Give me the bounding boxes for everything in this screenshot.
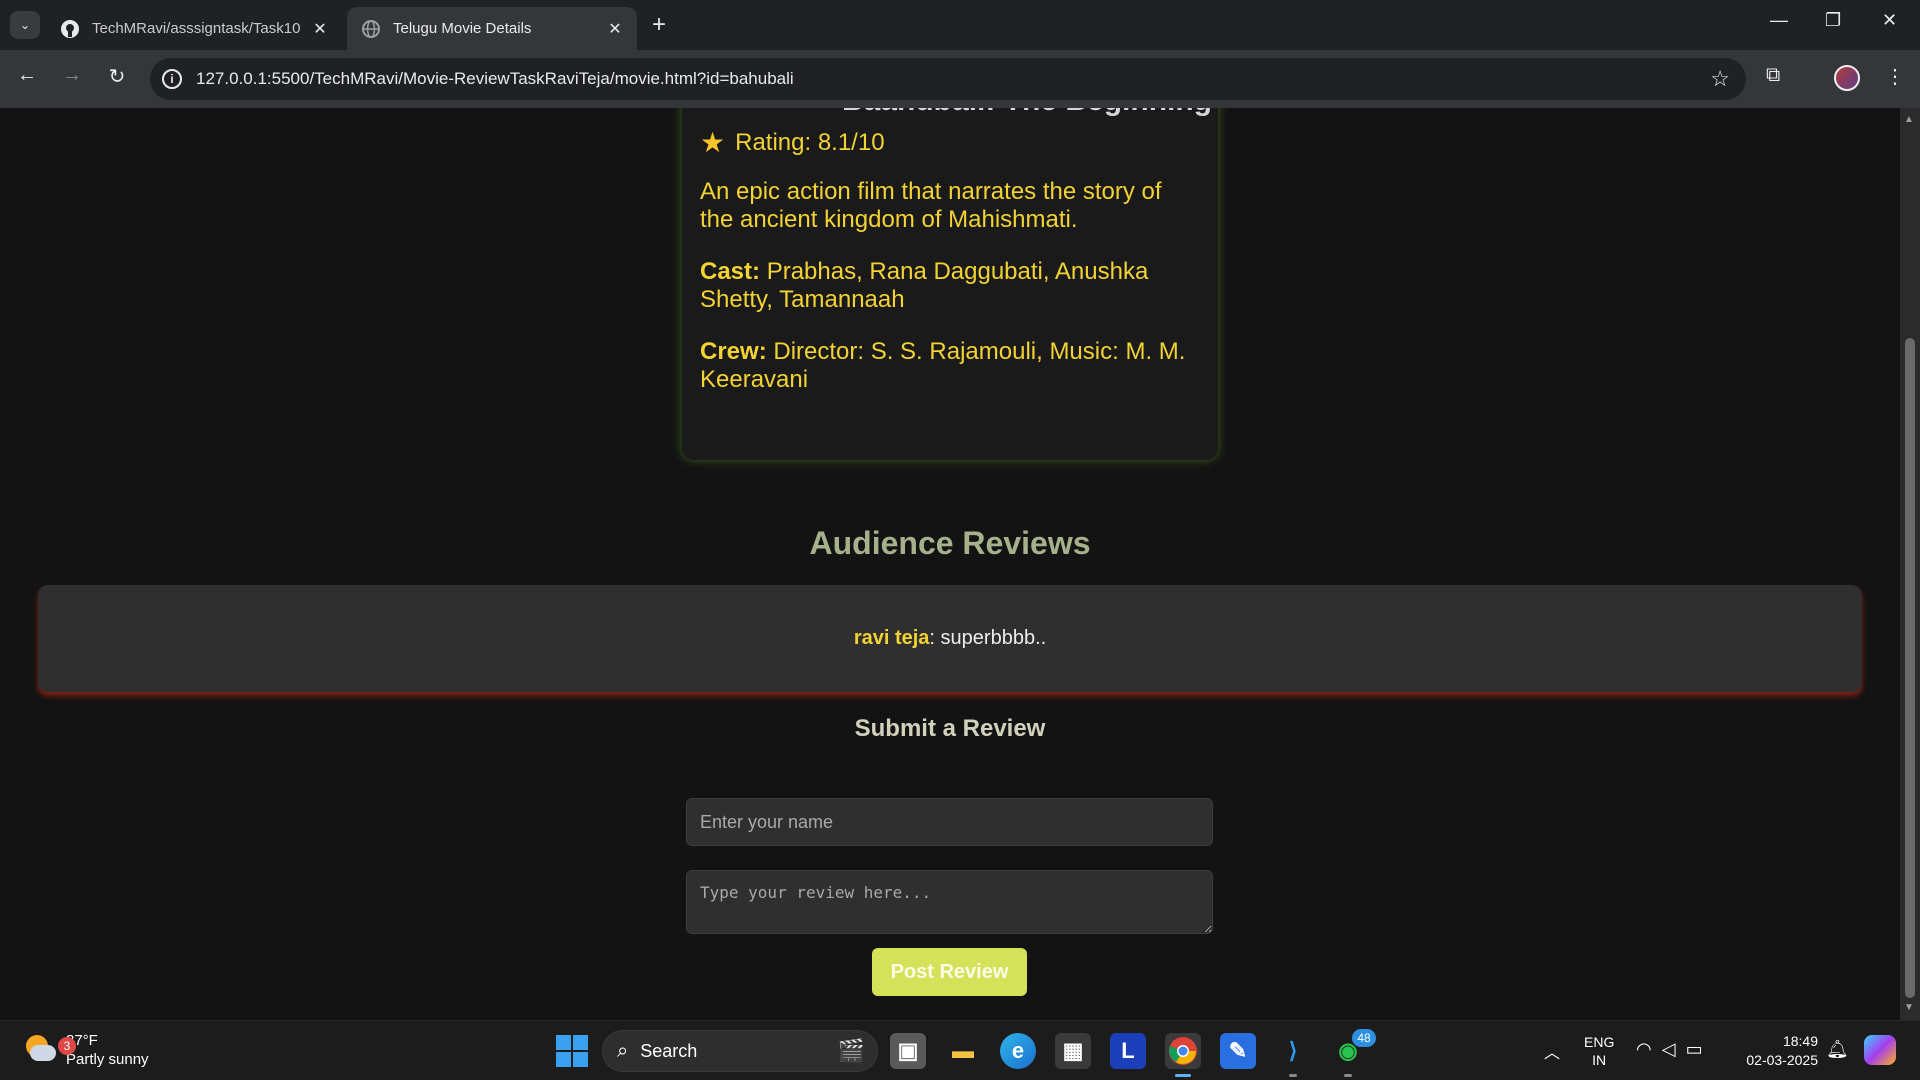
forward-icon[interactable]: → — [57, 64, 87, 87]
address-bar[interactable]: i 127.0.0.1:5500/TechMRavi/Movie-ReviewT… — [150, 58, 1746, 100]
clock-time: 18:49 — [1782, 1033, 1818, 1049]
minimize-icon[interactable]: — — [1770, 10, 1788, 31]
weather-badge: 3 — [58, 1037, 76, 1055]
crew-label: Crew: — [700, 338, 767, 365]
wifi-icon[interactable]: ◠ — [1636, 1039, 1662, 1059]
scroll-down-icon[interactable]: ▼ — [1904, 1002, 1914, 1013]
rating-text: Rating: 8.1/10 — [735, 128, 885, 156]
search-label: Search — [640, 1040, 698, 1061]
chrome-logo — [1169, 1037, 1197, 1065]
notification-bell-icon[interactable]: 🔔︎ — [1826, 1039, 1849, 1060]
review-textarea[interactable] — [686, 870, 1213, 934]
edge-icon[interactable]: e — [1000, 1033, 1036, 1069]
close-icon[interactable]: ✕ — [605, 19, 625, 39]
reload-icon[interactable]: ↻ — [102, 64, 132, 89]
weather-widget[interactable]: 3 87°F Partly sunny — [22, 1031, 149, 1069]
file-explorer-icon[interactable]: ▬ — [945, 1033, 981, 1069]
review-item: ravi teja: superbbbb.. — [38, 585, 1862, 692]
browser-toolbar: ← → ↻ i 127.0.0.1:5500/TechMRavi/Movie-R… — [0, 50, 1920, 108]
page-viewport: Baahubali: The Beginning ★ Rating: 8.1/1… — [0, 108, 1900, 1020]
tray-icons[interactable]: ◠◁▭ — [1636, 1039, 1713, 1060]
l-app-icon[interactable]: L — [1110, 1033, 1146, 1069]
menu-kebab-icon[interactable]: ⋮ — [1885, 64, 1905, 89]
scroll-thumb[interactable] — [1905, 338, 1915, 998]
windows-taskbar: 3 87°F Partly sunny ⌕ Search 🎬 ▣ ▬ e ▦ L… — [0, 1020, 1920, 1080]
movie-rating: ★ Rating: 8.1/10 — [700, 126, 885, 159]
clock[interactable]: 18:49 02-03-2025 — [1728, 1032, 1818, 1070]
movie-title: Baahubali: The Beginning — [842, 108, 1212, 118]
review-text: superbbbb.. — [940, 627, 1047, 649]
star-icon: ★ — [700, 127, 726, 158]
back-icon[interactable]: ← — [12, 64, 42, 87]
scroll-up-icon[interactable]: ▲ — [1904, 114, 1914, 125]
browser-tab-bar: ⌄ TechMRavi/asssigntask/Task10 ✕ Telugu … — [0, 0, 1920, 50]
tab-title: TechMRavi/asssigntask/Task10 — [92, 20, 301, 37]
restore-icon[interactable]: ❐ — [1825, 10, 1841, 31]
partly-sunny-icon — [22, 1033, 56, 1067]
movie-cast: Cast: Prabhas, Rana Daggubati, Anushka S… — [700, 258, 1200, 314]
crew-value: Director: S. S. Rajamouli, Music: M. M. … — [700, 338, 1186, 393]
volume-muted-icon[interactable]: ◁ — [1662, 1039, 1686, 1059]
drawing-app-icon[interactable]: ✎ — [1220, 1033, 1256, 1069]
globe-icon — [362, 19, 380, 38]
profile-avatar[interactable] — [1834, 65, 1860, 91]
post-review-button[interactable]: Post Review — [872, 948, 1027, 996]
url-text[interactable]: 127.0.0.1:5500/TechMRavi/Movie-ReviewTas… — [196, 69, 1710, 89]
extensions-icon[interactable]: ⧉ — [1766, 64, 1780, 87]
page-scrollbar[interactable]: ▲ ▼ — [1900, 108, 1920, 1020]
site-info-icon[interactable]: i — [162, 69, 182, 89]
tab-search-dropdown[interactable]: ⌄ — [10, 11, 40, 39]
reviewer-name: ravi teja — [853, 627, 930, 649]
battery-icon[interactable]: ▭ — [1686, 1039, 1713, 1059]
copilot-icon[interactable] — [1864, 1035, 1896, 1065]
windows-start-icon[interactable] — [556, 1035, 588, 1067]
name-input[interactable] — [686, 798, 1213, 846]
movie-description: An epic action film that narrates the st… — [700, 178, 1162, 233]
submit-review-heading: Submit a Review — [854, 715, 1046, 742]
lang-line1: ENG — [1584, 1034, 1615, 1050]
tab-title: Telugu Movie Details — [393, 20, 532, 37]
weather-temp: 87°F — [66, 1032, 98, 1049]
vscode-icon[interactable]: ⟩ — [1275, 1033, 1311, 1077]
cast-value: Prabhas, Rana Daggubati, Anushka Shetty,… — [700, 258, 1149, 313]
tab-movie-details[interactable]: Telugu Movie Details ✕ — [347, 7, 637, 50]
new-tab-button[interactable]: + — [652, 12, 666, 38]
chrome-icon[interactable] — [1165, 1033, 1201, 1077]
bookmark-star-icon[interactable]: ☆ — [1710, 66, 1730, 92]
weather-desc: Partly sunny — [66, 1051, 149, 1068]
chevron-up-icon[interactable]: ︿ — [1544, 1039, 1560, 1063]
movie-details-card: Baahubali: The Beginning ★ Rating: 8.1/1… — [682, 108, 1218, 460]
lang-line2: IN — [1592, 1052, 1607, 1068]
close-icon[interactable]: ✕ — [310, 19, 330, 39]
language-indicator[interactable]: ENG IN — [1584, 1033, 1614, 1069]
reviews-heading: Audience Reviews — [809, 525, 1091, 561]
search-icon: ⌕ — [617, 1039, 629, 1062]
whatsapp-badge: 48 — [1352, 1029, 1376, 1047]
taskbar-search[interactable]: ⌕ Search 🎬 — [602, 1030, 878, 1072]
weather-text: 87°F Partly sunny — [66, 1031, 149, 1069]
store-icon[interactable]: ▦ — [1055, 1033, 1091, 1069]
clock-date: 02-03-2025 — [1746, 1052, 1818, 1068]
movie-crew: Crew: Director: S. S. Rajamouli, Music: … — [700, 338, 1200, 394]
tab-github[interactable]: TechMRavi/asssigntask/Task10 ✕ — [46, 7, 342, 50]
clapperboard-icon: 🎬 — [837, 1038, 865, 1063]
cast-label: Cast: — [700, 258, 761, 285]
review-separator: : — [929, 627, 941, 649]
task-view-icon[interactable]: ▣ — [890, 1033, 926, 1069]
close-window-icon[interactable]: ✕ — [1882, 10, 1897, 31]
github-icon — [61, 19, 79, 38]
